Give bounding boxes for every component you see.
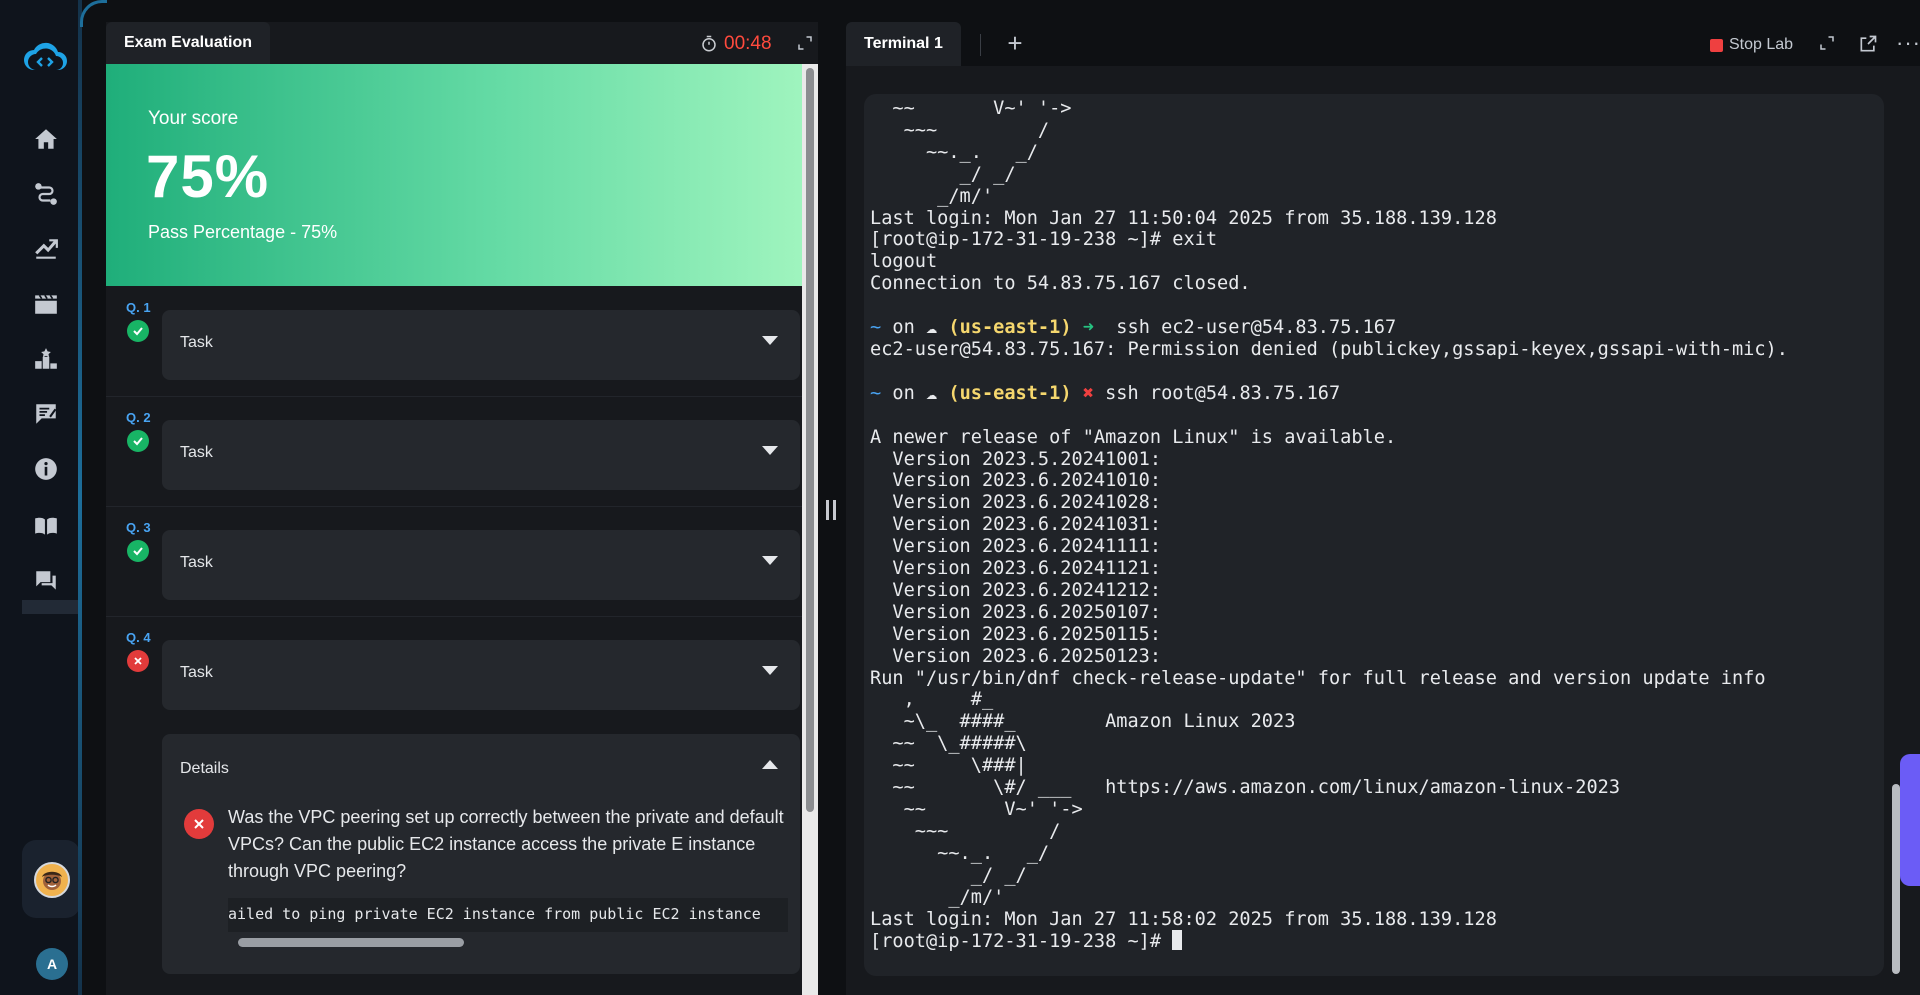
exam-body: Your score 75% Pass Percentage - 75% Q. … [106,64,802,995]
question-row: Q. 4 Task [106,616,802,726]
pass-percentage: Pass Percentage - 75% [148,222,338,242]
permission-denied-line: ec2-user@54.83.75.167: Permission denied… [870,338,1788,360]
fail-icon [184,809,214,839]
popout-icon[interactable] [1858,34,1878,54]
chart-icon[interactable] [32,235,60,263]
stop-lab-label: Stop Lab [1729,36,1794,53]
nav-separator [22,600,80,614]
terminal-cursor [1172,930,1183,951]
avatar[interactable] [34,862,70,898]
add-tab-button[interactable]: + [1000,28,1030,58]
fail-icon [127,650,149,672]
task-accordion[interactable]: Task [162,640,800,710]
check-icon [127,430,149,452]
details-title: Details [180,760,229,777]
rail-edge [78,0,82,995]
details-panel: Details Was the VPC peering set up corre… [162,734,800,974]
clapper-icon[interactable] [32,290,60,318]
prompt-command: ssh root@54.83.75.167 [1105,382,1341,404]
leaderboard-icon[interactable] [32,345,60,373]
stop-lab-button[interactable]: Stop Lab [1710,34,1793,56]
check-icon [127,320,149,342]
chevron-down-icon[interactable] [762,446,778,455]
task-accordion[interactable]: Task [162,530,800,600]
task-accordion[interactable]: Task [162,420,800,490]
rail-corner [80,0,107,27]
question-row: Q. 2 Task [106,396,802,507]
score-value: 75% [146,143,270,210]
exam-scrollbar[interactable] [806,68,814,812]
terminal-output: ~~ V~' '-> ~~~ / ~~._. _/ _/ _/ _/m/' La… [870,98,1788,953]
task-accordion[interactable]: Task [162,310,800,380]
final-prompt: [root@ip-172-31-19-238 ~]# [870,931,1173,953]
prompt-tilde: ~ [870,382,882,404]
chat-icon[interactable] [32,567,60,595]
stop-icon [1710,38,1723,52]
book-icon[interactable] [32,512,60,540]
score-label: Your score [148,108,239,129]
chevron-down-icon[interactable] [762,336,778,345]
prompt-arrow-error: ✖ [1071,382,1106,404]
route-icon[interactable] [32,180,60,208]
chevron-up-icon[interactable] [762,760,778,769]
cloud-code-logo[interactable] [22,40,68,72]
left-rail: A [0,0,80,995]
home-icon[interactable] [32,125,60,153]
prompt-tilde: ~ [870,317,882,339]
question-row: Q. 1 Task [106,286,802,397]
details-output: ailed to ping private EC2 instance from … [228,898,788,932]
terminal-scrollbar[interactable] [1892,784,1900,974]
more-options-icon[interactable]: ··· [1896,30,1920,56]
panel-resize-handle[interactable] [826,500,836,524]
chevron-down-icon[interactable] [762,556,778,565]
prompt-arrow-ok: ➜ [1071,317,1106,339]
feedback-side-tab[interactable] [1900,754,1920,886]
question-number: Q. 2 [126,410,151,425]
score-card: Your score 75% Pass Percentage - 75% [106,64,802,286]
expand-icon[interactable] [796,34,814,52]
prompt-on: on ☁ [881,382,949,404]
timer-icon [700,35,718,53]
prompt-command: ssh ec2-user@54.83.75.167 [1105,317,1397,339]
details-scrollbar[interactable] [238,938,464,947]
question-number: Q. 1 [126,300,151,315]
exam-timer: 00:48 [700,32,772,56]
tab-terminal-1[interactable]: Terminal 1 [846,22,961,66]
expand-icon[interactable] [1818,34,1836,52]
timer-value: 00:48 [724,33,772,54]
prompt-region: (us-east-1) [948,382,1072,404]
info-icon[interactable] [32,455,60,483]
terminal-screen[interactable]: ~~ V~' '-> ~~~ / ~~._. _/ _/ _/ _/m/' La… [864,94,1884,976]
terminal-lines-bottom: A newer release of "Amazon Linux" is ava… [870,426,1766,930]
feedback-icon[interactable] [32,400,60,428]
terminal-lines-top: ~~ V~' '-> ~~~ / ~~._. _/ _/ _/ _/m/' La… [870,98,1497,295]
chevron-down-icon[interactable] [762,666,778,675]
check-icon [127,540,149,562]
tab-divider [980,34,981,56]
prompt-on: on ☁ [881,317,949,339]
question-number: Q. 4 [126,630,151,645]
user-initial-avatar[interactable]: A [36,948,68,980]
task-label: Task [180,664,213,681]
question-number: Q. 3 [126,520,151,535]
task-label: Task [180,444,213,461]
details-output-text: ailed to ping private EC2 instance from … [228,905,761,923]
task-label: Task [180,334,213,351]
tab-exam-evaluation[interactable]: Exam Evaluation [106,22,271,64]
prompt-region: (us-east-1) [948,317,1072,339]
question-row: Q. 3 Task [106,506,802,617]
task-label: Task [180,554,213,571]
details-question: Was the VPC peering set up correctly bet… [228,807,784,881]
